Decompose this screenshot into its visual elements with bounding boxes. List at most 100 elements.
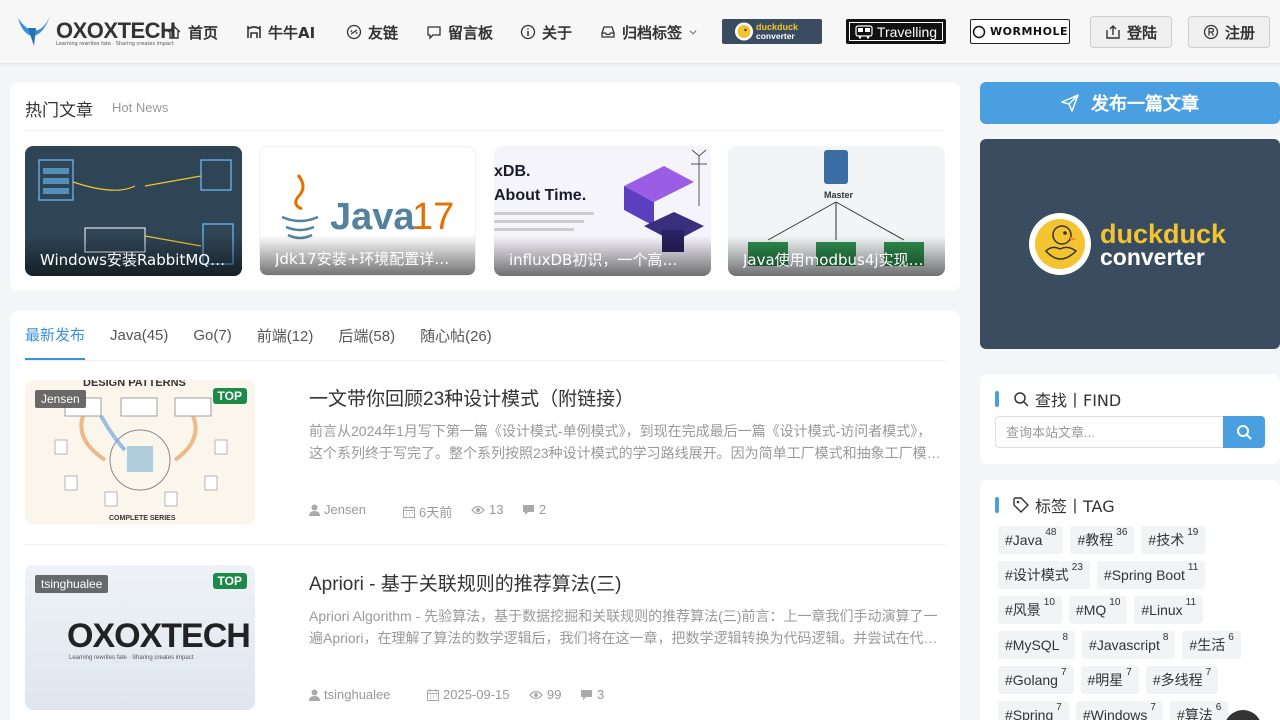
tag-item[interactable]: #MySQL 8 (998, 631, 1076, 659)
train-icon (855, 24, 873, 39)
divider (25, 544, 945, 545)
tag-item[interactable]: #Golang 7 (998, 666, 1074, 694)
top-badge: TOP (212, 573, 247, 589)
register-label: 注册 (1224, 23, 1255, 42)
nav-friend-links[interactable]: 友链 (346, 20, 398, 44)
tab-go[interactable]: Go(7) (193, 311, 231, 359)
hot-news-card: 热门文章 Hot News Windows安装RabbitMQ… Java 17… (10, 82, 960, 291)
meta-date: 6天前 (403, 502, 452, 521)
hot-item-jdk17[interactable]: Java 17 Jdk17安装+环境配置详… (259, 146, 476, 276)
tab-frontend[interactable]: 前端(12) (257, 311, 314, 359)
tab-latest[interactable]: 最新发布 (25, 311, 86, 360)
heading-accent-bar (995, 391, 999, 407)
meta-comments[interactable]: 2 (522, 502, 546, 517)
hot-item-caption: Jdk17安装+环境配置详… (260, 235, 475, 275)
tag-item[interactable]: #Javascript 8 (1082, 631, 1176, 659)
comment-icon (581, 689, 592, 700)
nav-ai[interactable]: 牛牛AI (246, 20, 315, 44)
nav-label: 留言板 (448, 23, 494, 42)
tag-item[interactable]: #教程 36 (1070, 526, 1135, 554)
post-item: OXOXTECH Learning rewrites fate · Sharin… (25, 565, 945, 710)
top-badge: TOP (212, 388, 247, 404)
tag-item[interactable]: #Java 48 (998, 526, 1064, 554)
thumb-title: OXOXTECH (67, 617, 250, 655)
tag-item[interactable]: #生活 6 (1182, 631, 1241, 659)
tag-item[interactable]: #技术 19 (1141, 526, 1206, 554)
tag-item[interactable]: #Spring Boot 11 (1096, 561, 1206, 589)
user-icon (309, 504, 320, 516)
tag-item[interactable]: #MQ 10 (1068, 596, 1128, 624)
search-icon (1237, 425, 1252, 440)
search-heading: 查找丨FIND (995, 387, 1121, 411)
eye-icon (529, 690, 543, 699)
influx-line2: About Time. (494, 187, 586, 204)
author-tag: tsinghualee (35, 575, 109, 593)
post-title[interactable]: Apriori - 基于关联规则的推荐算法(三) (309, 569, 621, 596)
comment-icon (523, 504, 534, 515)
meta-views: 13 (471, 502, 503, 517)
tag-item[interactable]: #Linux 11 (1134, 596, 1204, 624)
duckduck-ad-banner: duckduck converter (1029, 213, 1227, 275)
logo-tagline: Learning rewrites fate · Sharing creates… (56, 41, 174, 47)
tag-item[interactable]: #明星 7 (1080, 666, 1139, 694)
nav-home[interactable]: 首页 (166, 20, 218, 44)
wormhole-label: WORMHOLE (990, 25, 1068, 38)
hot-item-rabbitmq[interactable]: Windows安装RabbitMQ… (25, 146, 242, 276)
java-version: 17 (412, 196, 454, 238)
search-card: 查找丨FIND (980, 374, 1280, 464)
search-icon (1014, 392, 1029, 407)
meta-author[interactable]: tsinghualee (309, 687, 391, 702)
tags-heading: 标签丨TAG (995, 493, 1115, 517)
java-label: Java (330, 196, 415, 238)
search-input[interactable] (995, 416, 1225, 448)
thumb-footer: COMPLETE SERIES (109, 515, 176, 522)
login-button[interactable]: 登陆 (1090, 16, 1172, 48)
post-thumbnail[interactable]: OXOXTECH Learning rewrites fate · Sharin… (25, 565, 255, 710)
post-excerpt: Apriori Algorithm - 先验算法，基于数据挖掘和关联规则的推荐算… (309, 608, 938, 646)
register-button[interactable]: 注册 (1188, 16, 1270, 48)
tab-casual[interactable]: 随心帖(26) (420, 311, 492, 359)
post-title[interactable]: 一文带你回顾23种设计模式（附链接） (309, 384, 634, 411)
tag-item[interactable]: #风景 10 (998, 596, 1062, 624)
thumb-sub: Learning rewrites fate · Sharing creates… (69, 655, 194, 661)
category-tabs: 最新发布 Java(45) Go(7) 前端(12) 后端(58) 随心帖(26… (25, 311, 517, 361)
info-icon (520, 24, 536, 40)
nav-label: 牛牛AI (268, 23, 316, 42)
search-submit-button[interactable] (1223, 416, 1265, 448)
publish-article-button[interactable]: 发布一篇文章 (980, 82, 1280, 124)
login-icon (1106, 25, 1120, 39)
nav-archive-dropdown[interactable]: 归档标签 (600, 20, 698, 44)
tag-item[interactable]: #Windows 7 (1075, 701, 1163, 720)
divider (25, 130, 945, 131)
site-logo[interactable]: OXOXTECH Learning rewrites fate · Sharin… (14, 10, 176, 50)
meta-author[interactable]: Jensen (309, 502, 366, 517)
post-thumbnail[interactable]: DESIGN PATTERNS COMPLETE SERIES Jensen T… (25, 380, 255, 525)
tab-java[interactable]: Java(45) (110, 311, 168, 359)
tab-backend[interactable]: 后端(58) (338, 311, 395, 359)
tag-item[interactable]: #算法 6 (1169, 701, 1229, 720)
link-icon (346, 24, 362, 40)
tag-cloud-card: 标签丨TAG #Java 48 #教程 36 #技术 19 #设计模式 23 #Spri… (980, 480, 1280, 720)
duckduck-converter-ad[interactable]: duckduck converter (980, 139, 1280, 349)
registered-icon (1203, 24, 1219, 40)
meta-views: 99 (529, 687, 561, 702)
tag-item[interactable]: #Spring 7 (998, 701, 1069, 720)
home-icon (167, 25, 181, 39)
hot-item-caption: Windows安装RabbitMQ… (25, 236, 242, 276)
post-item: DESIGN PATTERNS COMPLETE SERIES Jensen T… (25, 380, 945, 525)
duckduck-converter-badge[interactable]: duckduck converter (722, 19, 822, 44)
hot-item-influxdb[interactable]: xDB. About Time. influxDB初识，一个高… (494, 146, 711, 276)
travelling-badge[interactable]: Travelling (846, 19, 946, 44)
thumb-title: DESIGN PATTERNS (83, 380, 186, 389)
nav-label: 首页 (188, 23, 219, 42)
nav-about[interactable]: 关于 (520, 20, 572, 44)
nav-guestbook[interactable]: 留言板 (426, 20, 493, 44)
hot-item-modbus[interactable]: Master Java使用modbus4j实现… (728, 146, 945, 276)
tag-item[interactable]: #多线程 7 (1145, 666, 1219, 694)
send-icon (1061, 94, 1079, 112)
meta-comments[interactable]: 3 (580, 687, 604, 702)
tag-item[interactable]: #设计模式 23 (998, 561, 1090, 589)
nav-label: 关于 (542, 23, 573, 42)
wormhole-badge[interactable]: WORMHOLE (970, 19, 1070, 44)
bull-icon (247, 26, 261, 38)
